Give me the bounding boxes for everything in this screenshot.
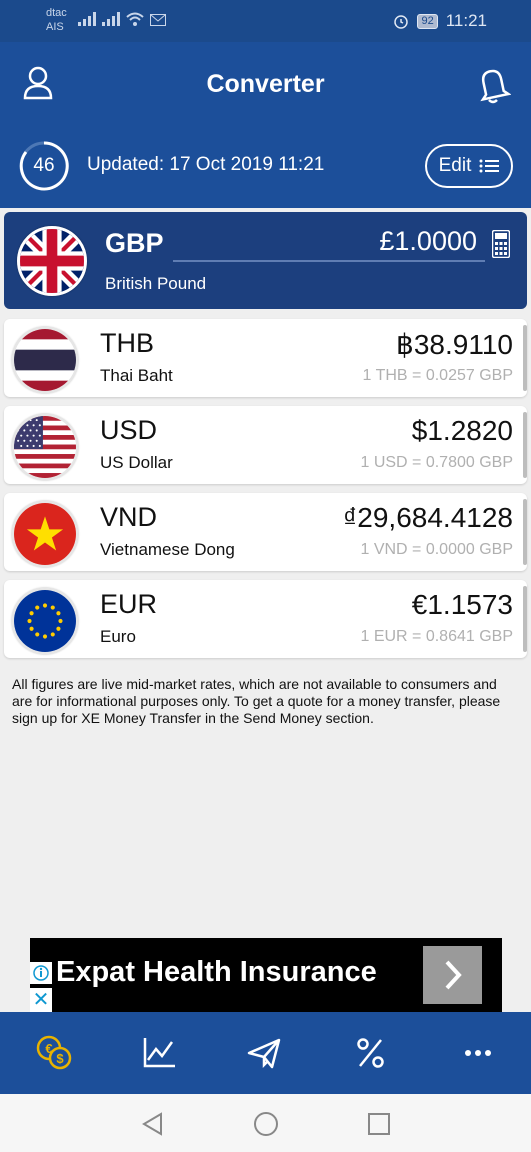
signal-icon [102, 12, 120, 26]
app-header: Converter 46 Updated: 17 Oct 2019 11:21 … [0, 42, 531, 208]
refresh-countdown[interactable]: 46 [18, 140, 70, 192]
svg-text:$: $ [56, 1051, 64, 1066]
alarm-icon [394, 15, 409, 29]
countdown-value: 46 [33, 155, 55, 176]
drag-handle[interactable] [523, 412, 527, 478]
nav-rate-alerts[interactable] [351, 1034, 391, 1072]
thailand-flag-icon [12, 327, 78, 393]
amount-underline [173, 260, 485, 262]
chevron-right-icon [445, 960, 462, 990]
more-icon [465, 1050, 491, 1056]
ad-banner[interactable]: ✕ Expat Health Insurance [30, 938, 502, 1012]
home-icon[interactable] [253, 1111, 279, 1137]
converted-amount: €1.1573 [411, 589, 513, 620]
carrier-2: AIS [46, 21, 64, 33]
currency-name: Thai Baht [100, 366, 173, 385]
nav-more[interactable] [458, 1034, 498, 1072]
currency-code: VND [100, 502, 158, 532]
calculator-icon[interactable] [492, 230, 510, 258]
inverse-rate: 1 THB = 0.0257 GBP [362, 367, 513, 384]
drag-handle[interactable] [523, 586, 527, 652]
converted-amount: $1.2820 [411, 415, 513, 446]
mail-icon [150, 14, 166, 26]
carrier-1: dtac [46, 7, 67, 19]
base-currency-card[interactable]: GBP British Pound £1.0000 [4, 212, 527, 309]
drag-handle[interactable] [523, 325, 527, 391]
edit-label: Edit [438, 155, 472, 176]
currency-card-eur[interactable]: EUR Euro €1.1573 1 EUR = 0.8641 GBP [4, 580, 527, 658]
disclaimer-text: All figures are live mid-market rates, w… [12, 676, 501, 726]
currency-name: Vietnamese Dong [100, 540, 235, 559]
converted-amount: ฿38.9110 [396, 329, 513, 360]
usa-flag-icon [12, 414, 78, 480]
bottom-nav: € $ [0, 1012, 531, 1094]
back-icon[interactable] [140, 1111, 166, 1137]
status-right: 92 11:21 [393, 11, 487, 31]
drag-handle[interactable] [523, 499, 527, 565]
inverse-rate: 1 VND = 0.0000 GBP [360, 541, 513, 558]
base-currency-name: British Pound [105, 274, 207, 293]
ad-info-icon[interactable] [30, 962, 52, 984]
currency-name: US Dollar [100, 453, 173, 472]
base-amount-input[interactable]: £1.0000 [379, 226, 477, 257]
currency-code: USD [100, 415, 158, 445]
list-icon [479, 159, 500, 173]
send-money-icon [247, 1038, 281, 1069]
chart-icon [143, 1038, 175, 1068]
inverse-rate: 1 USD = 0.7800 GBP [360, 454, 513, 471]
nav-charts[interactable] [140, 1034, 180, 1072]
percent-icon [357, 1038, 384, 1068]
bell-icon [480, 69, 512, 104]
clock: 11:21 [445, 11, 487, 30]
inverse-rate: 1 EUR = 0.8641 GBP [360, 628, 513, 645]
recents-icon[interactable] [366, 1111, 392, 1137]
ad-close-icon[interactable]: ✕ [30, 988, 52, 1012]
converted-amount: ₫29,684.4128 [342, 502, 513, 533]
signal-icon [78, 12, 96, 26]
update-row: 46 Updated: 17 Oct 2019 11:21 Edit [18, 140, 513, 192]
status-bar: dtac AIS 92 11:21 [0, 0, 531, 42]
page-title: Converter [206, 70, 325, 98]
status-icons [78, 12, 166, 26]
currency-name: Euro [100, 627, 136, 646]
currency-card-thb[interactable]: THB Thai Baht ฿38.9110 1 THB = 0.0257 GB… [4, 319, 527, 397]
currency-code: EUR [100, 589, 158, 619]
ad-arrow-button[interactable] [423, 946, 482, 1004]
currency-card-vnd[interactable]: VND Vietnamese Dong ₫29,684.4128 1 VND =… [4, 493, 527, 571]
battery-indicator: 92 [417, 13, 438, 29]
system-nav-bar [0, 1094, 531, 1152]
coins-icon: € $ [36, 1035, 72, 1070]
nav-send-money[interactable] [245, 1034, 285, 1072]
notifications-button[interactable] [475, 64, 512, 104]
eu-flag-icon [12, 588, 78, 654]
vietnam-flag-icon [12, 501, 78, 567]
updated-timestamp: Updated: 17 Oct 2019 11:21 [87, 154, 325, 175]
currency-code: THB [100, 328, 154, 358]
edit-button[interactable]: Edit [425, 144, 513, 188]
nav-converter[interactable]: € $ [35, 1034, 75, 1072]
ad-headline[interactable]: Expat Health Insurance [56, 956, 377, 989]
wifi-icon [126, 12, 144, 26]
carrier-labels: dtac AIS [46, 6, 67, 34]
base-currency-code: GBP [105, 228, 164, 258]
currency-card-usd[interactable]: USD US Dollar $1.2820 1 USD = 0.7800 GBP [4, 406, 527, 484]
uk-flag-icon [17, 226, 87, 296]
